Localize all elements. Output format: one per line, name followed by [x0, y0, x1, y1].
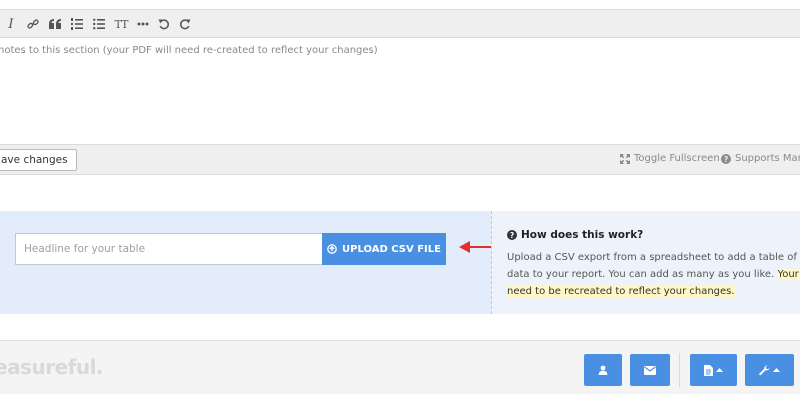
save-changes-button[interactable]: ave changes: [0, 149, 77, 171]
notes-editor[interactable]: notes to this section (your PDF will nee…: [0, 38, 800, 144]
email-button[interactable]: [630, 354, 670, 386]
table-headline-input[interactable]: [15, 233, 323, 265]
info-text-plain: Upload a CSV export from a spreadsheet t…: [507, 252, 800, 280]
tools-menu-button[interactable]: [745, 354, 794, 386]
upload-csv-label: UPLOAD CSV FILE: [342, 243, 441, 255]
wrench-icon: [759, 364, 770, 375]
how-it-works-label: How does this work?: [521, 229, 644, 241]
user-button[interactable]: [584, 354, 622, 386]
svg-text:?: ?: [510, 231, 514, 240]
editor-footer: ave changes Toggle Fullscreen ? Supports…: [0, 144, 800, 175]
how-it-works-title: ? How does this work?: [507, 229, 643, 241]
user-icon: [598, 365, 608, 375]
link-icon[interactable]: [24, 15, 42, 33]
quote-icon[interactable]: [46, 15, 64, 33]
upload-circle-icon: [327, 244, 337, 254]
ordered-list-icon[interactable]: [68, 15, 86, 33]
supports-markdown-link[interactable]: ? Supports Markd: [721, 153, 800, 164]
envelope-icon: [644, 365, 656, 375]
redo-icon[interactable]: [176, 15, 194, 33]
toggle-fullscreen-link[interactable]: Toggle Fullscreen: [620, 153, 720, 164]
fullscreen-icon: [620, 153, 630, 164]
brand-logo: easureful.: [0, 355, 104, 379]
bottom-action-bar: easureful.: [0, 340, 800, 394]
italic-icon[interactable]: I: [2, 15, 20, 33]
upload-csv-button[interactable]: UPLOAD CSV FILE: [322, 233, 446, 265]
caret-up-icon: [716, 368, 723, 372]
horizontal-rule-icon[interactable]: [134, 15, 152, 33]
supports-markdown-label: Supports Markd: [735, 153, 800, 164]
how-it-works-text: Upload a CSV export from a spreadsheet t…: [507, 249, 800, 300]
caret-up-icon: [773, 368, 780, 372]
document-menu-button[interactable]: [690, 354, 737, 386]
question-circle-icon: ?: [507, 230, 517, 240]
toggle-fullscreen-label: Toggle Fullscreen: [634, 153, 720, 164]
editor-placeholder: notes to this section (your PDF will nee…: [0, 45, 378, 56]
document-icon: [704, 364, 713, 376]
undo-icon[interactable]: [155, 15, 173, 33]
svg-text:?: ?: [724, 155, 728, 164]
editor-toolbar: I TT: [0, 9, 800, 38]
toolbar-divider: [679, 353, 680, 387]
question-circle-icon: ?: [721, 153, 731, 164]
unordered-list-icon[interactable]: [90, 15, 108, 33]
heading-icon[interactable]: TT: [112, 15, 130, 33]
